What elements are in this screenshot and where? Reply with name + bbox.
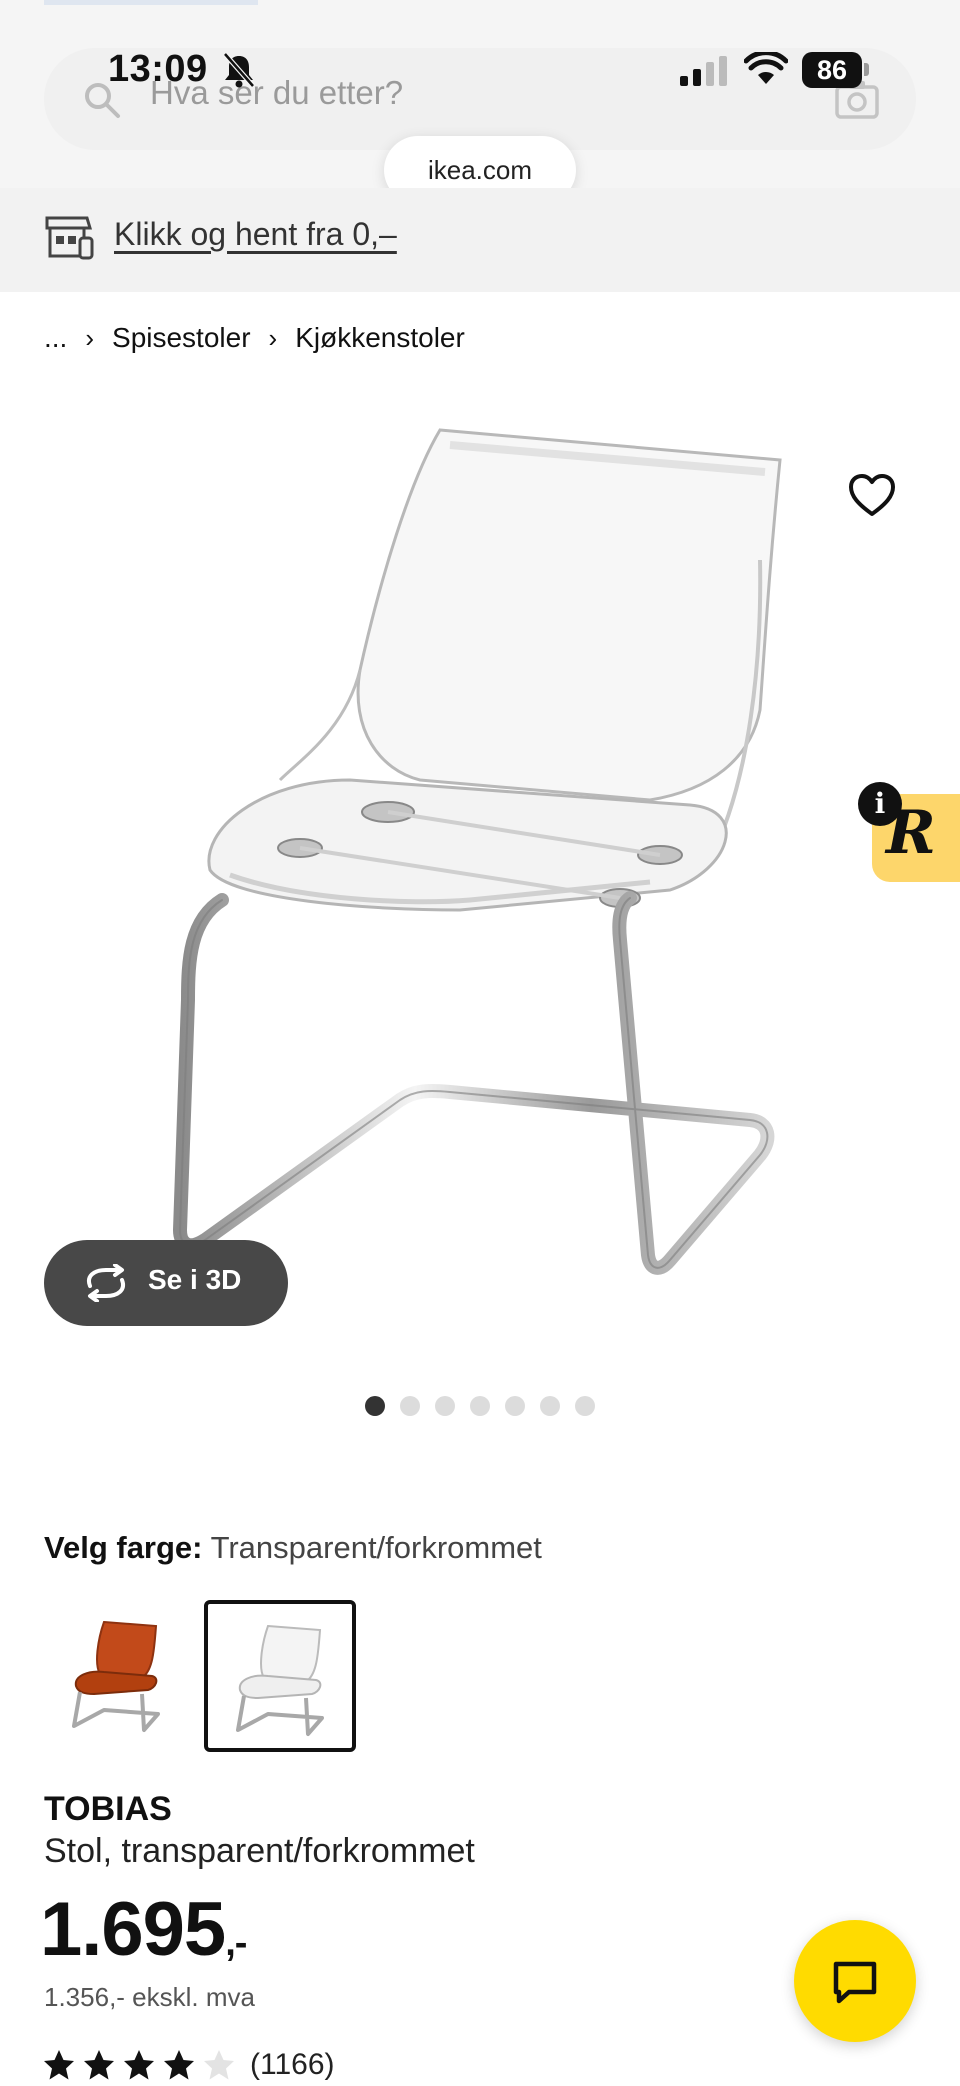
pager-dot[interactable] <box>365 1396 385 1416</box>
chevron-right-icon: › <box>268 322 278 353</box>
star-filled-icon <box>44 2050 74 2080</box>
pager-dot[interactable] <box>575 1396 595 1416</box>
status-time: 13:09 <box>108 48 208 90</box>
breadcrumb-item-more[interactable]: ... <box>44 322 67 354</box>
star-filled-icon <box>124 2050 154 2080</box>
transparent-chair-thumbnail <box>236 1624 324 1736</box>
breadcrumb-item-spisestoler[interactable]: Spisestoler <box>112 322 251 354</box>
price-value: 1.695 <box>40 1887 226 1972</box>
color-selector-label: Velg farge: Transparent/forkrommet <box>44 1530 542 1566</box>
price: 1.695,- <box>40 1886 247 1973</box>
click-collect-banner[interactable]: Klikk og hent fra 0,– <box>0 188 960 292</box>
header: Hva ser du etter? 13:09 86 ikea.com <box>0 0 960 204</box>
chat-icon <box>833 1961 877 2004</box>
bell-slash-icon <box>223 52 255 88</box>
price-ex-vat: 1.356,- ekskl. mva <box>44 1982 255 2012</box>
color-swatch-orange[interactable] <box>44 1600 196 1752</box>
star-filled-icon <box>164 2050 194 2080</box>
star-filled-icon <box>84 2050 114 2080</box>
pager-dot[interactable] <box>400 1396 420 1416</box>
chevron-right-icon: › <box>85 322 95 353</box>
chat-button[interactable] <box>794 1920 916 2042</box>
view-3d-label: Se i 3D <box>148 1264 242 1295</box>
breadcrumb: ... › Spisestoler › Kjøkkenstoler <box>44 318 465 358</box>
store-icon <box>45 216 94 260</box>
product-description: Stol, transparent/forkrommet <box>44 1832 475 1870</box>
battery-icon: 86 <box>802 52 870 88</box>
heart-icon[interactable] <box>848 474 896 518</box>
review-count[interactable]: (1166) <box>250 2048 335 2082</box>
star-empty-icon <box>204 2050 234 2080</box>
signal-icon <box>680 56 727 86</box>
view-3d-button[interactable]: Se i 3D <box>44 1240 288 1326</box>
wifi-icon <box>744 52 788 84</box>
rotate-icon <box>87 1264 125 1302</box>
image-pager <box>0 1396 960 1416</box>
pager-dot[interactable] <box>505 1396 525 1416</box>
pager-dot[interactable] <box>470 1396 490 1416</box>
pager-dot[interactable] <box>435 1396 455 1416</box>
header-sliver <box>44 0 258 5</box>
price-suffix: ,- <box>225 1922 247 1964</box>
info-icon[interactable]: i <box>858 782 902 826</box>
orange-chair-thumbnail <box>72 1620 160 1732</box>
rating-stars[interactable] <box>42 2048 236 2086</box>
color-label: Velg farge: <box>44 1530 203 1565</box>
product-name: TOBIAS <box>44 1790 172 1828</box>
color-value: Transparent/forkrommet <box>210 1530 542 1565</box>
color-swatch-transparent[interactable] <box>204 1600 356 1752</box>
battery-tip <box>864 63 869 76</box>
battery-level: 86 <box>802 52 862 88</box>
product-image[interactable] <box>150 400 810 1360</box>
click-collect-link[interactable]: Klikk og hent fra 0,– <box>114 216 397 253</box>
pager-dot[interactable] <box>540 1396 560 1416</box>
breadcrumb-item-kjokkenstoler[interactable]: Kjøkkenstoler <box>295 322 465 354</box>
